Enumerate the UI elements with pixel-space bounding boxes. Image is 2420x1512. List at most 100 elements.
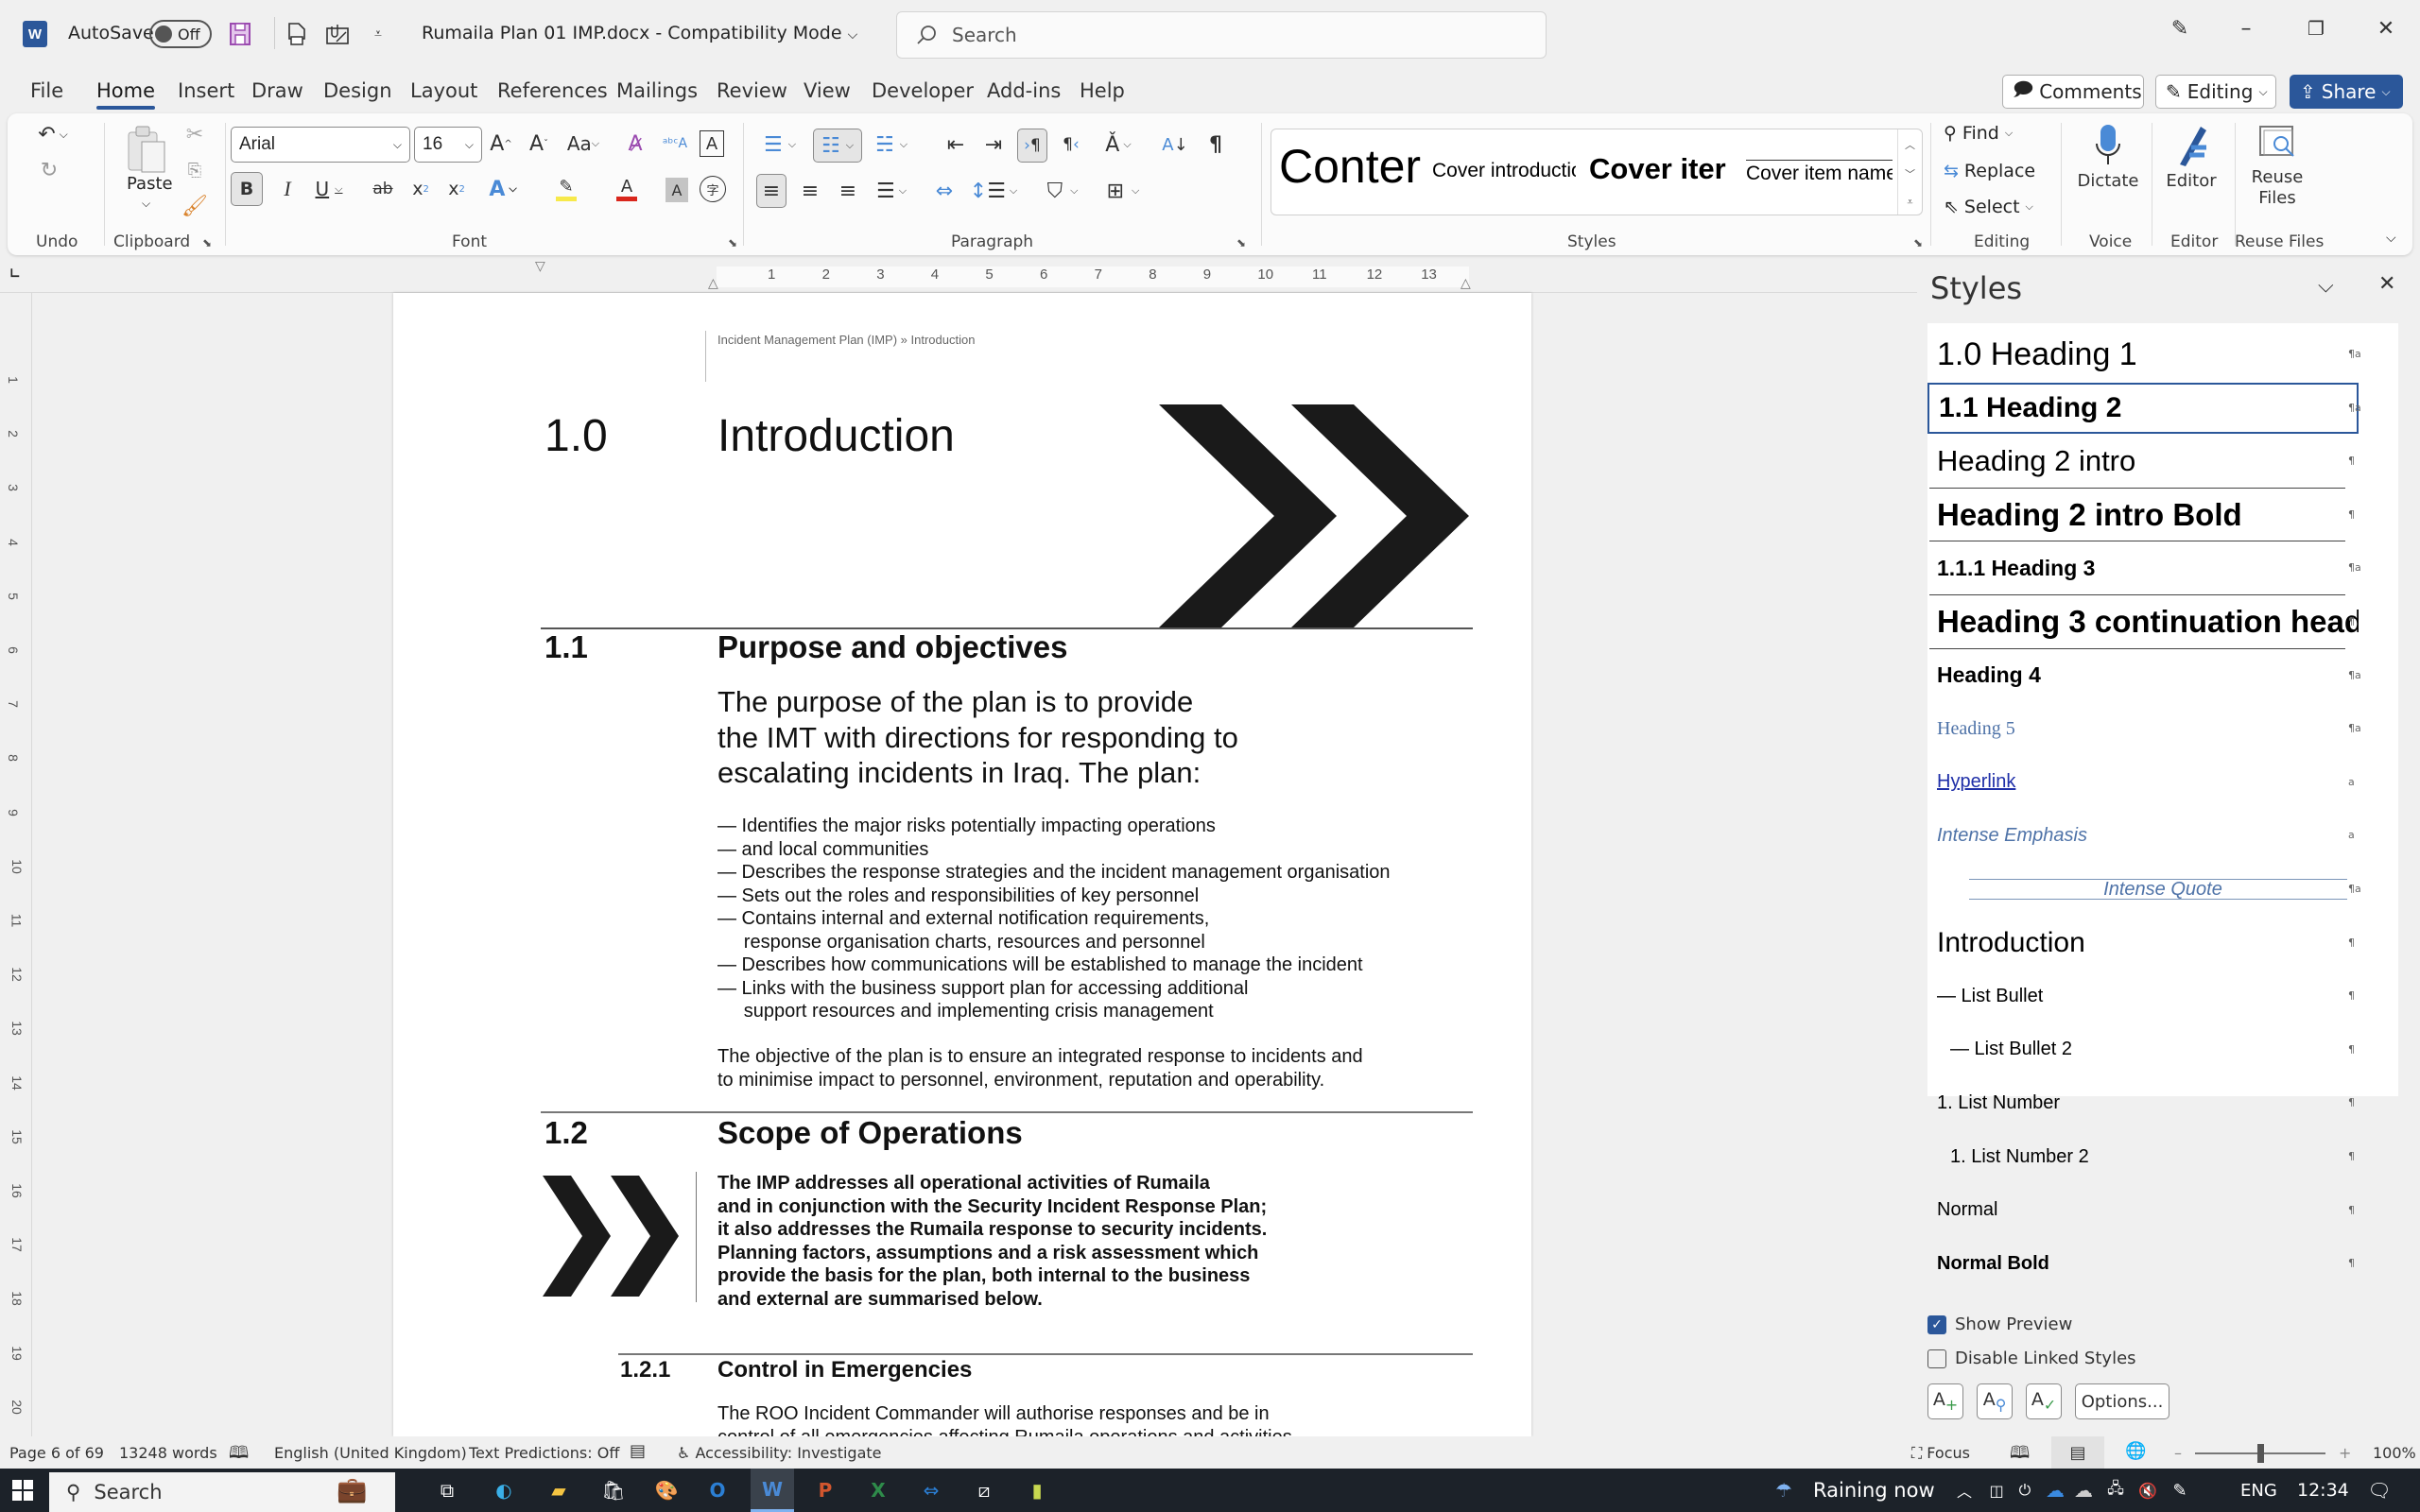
grow-font-icon[interactable]: A ^ (488, 129, 514, 159)
share-button[interactable]: ⇪ Share ⌵ (2290, 75, 2403, 109)
web-layout-icon[interactable]: 🌐 (2125, 1441, 2146, 1461)
snipping-tool-icon[interactable]: ⧄ (968, 1476, 1000, 1504)
right-indent-marker[interactable]: △ (1461, 276, 1471, 291)
gallery-style-item[interactable]: Cover iter (1589, 152, 1731, 186)
page-count[interactable]: Page 6 of 69 (9, 1444, 104, 1462)
select-button[interactable]: ⇖ Select ⌵ (1944, 197, 2033, 217)
justify-button[interactable]: ☰ ⌵ (870, 174, 913, 208)
superscript-button[interactable]: x2 (442, 172, 471, 206)
font-name-select[interactable]: Arial ⌵ (231, 127, 410, 163)
style-item[interactable]: 1.1.1 Heading 3 (1927, 542, 2359, 593)
multilevel-list-icon[interactable]: ☵ ⌵ (868, 129, 915, 161)
style-item[interactable]: — List Bullet 2 (1927, 1024, 2359, 1075)
align-left-button[interactable]: ≡ (756, 174, 786, 208)
style-item[interactable]: Intense Quote (1969, 879, 2347, 900)
edge-icon[interactable]: ◐ (488, 1476, 520, 1504)
close-icon[interactable]: ✕ (2367, 17, 2405, 41)
style-item[interactable]: Intense Emphasis (1927, 810, 2359, 861)
more-styles-icon[interactable]: ⩡ (1907, 196, 1912, 209)
align-center-button[interactable]: ≡ (796, 174, 824, 208)
options-button[interactable]: Options... (2075, 1383, 2169, 1419)
font-color-icon[interactable]: A (605, 172, 648, 206)
font-size-select[interactable]: 16 ⌵ (414, 127, 482, 163)
borders-icon[interactable]: ⊞ ⌵ (1098, 174, 1148, 208)
gallery-style-item[interactable]: Cover item name (1746, 160, 1893, 185)
style-gallery[interactable]: Conter Cover introductio Cover iter Cove… (1270, 129, 1923, 215)
show-hidden-icons[interactable]: ︿ (1953, 1476, 1976, 1504)
dictate-button[interactable]: Dictate (2070, 123, 2146, 191)
shading-icon[interactable]: ⛉ ⌵ (1038, 174, 1087, 208)
zoom-out-icon[interactable]: – (2174, 1444, 2182, 1462)
zoom-in-icon[interactable]: + (2339, 1444, 2351, 1462)
read-mode-icon[interactable]: 🕮 (2010, 1441, 2030, 1469)
tab-references[interactable]: References (497, 79, 608, 102)
style-item[interactable]: Hyperlink (1927, 757, 2359, 808)
find-button[interactable]: ⚲ Find ⌵ (1944, 123, 2013, 144)
language-status[interactable]: English (United Kingdom) (274, 1444, 467, 1462)
show-formatting-marks-icon[interactable]: ¶ (1202, 129, 1229, 161)
align-right-button[interactable]: ≡ (834, 174, 862, 208)
onedrive-personal-icon[interactable]: ☁ (2070, 1476, 2097, 1504)
character-shading-icon[interactable]: A (666, 178, 688, 202)
focus-button[interactable]: ⛶ Focus (1911, 1444, 1970, 1463)
restore-icon[interactable]: ❐ (2297, 17, 2335, 40)
shrink-font-icon[interactable]: Aˇ (526, 129, 552, 159)
gallery-scroll[interactable]: ︿ ﹀ ⩡ (1897, 129, 1922, 215)
style-item-selected[interactable]: 1.1 Heading 2 (1927, 382, 2359, 434)
zoom-slider[interactable] (2195, 1444, 2325, 1463)
zoom-slider-thumb[interactable] (2257, 1444, 2264, 1463)
vertical-ruler[interactable]: 1 2 3 4 5 6 7 8 9 10 11 12 13 14 15 16 17 18 19 20 (0, 293, 32, 1436)
horizontal-ruler[interactable]: ∟ 1 2 3 4 5 6 7 8 9 10 11 12 13 ▽ △ △ (0, 259, 1917, 293)
dialog-launcher-icon[interactable]: ⬊ (1913, 236, 1923, 249)
gallery-style-item[interactable]: Conter (1279, 139, 1421, 194)
editing-mode-button[interactable]: ✎ Editing ⌵ (2155, 75, 2276, 109)
sort-icon[interactable]: A ↓ (1159, 129, 1191, 161)
tab-view[interactable]: View (804, 79, 851, 102)
text-predictions-status[interactable]: Text Predictions: Off (469, 1444, 619, 1462)
file-explorer-icon[interactable]: ▰ (543, 1476, 575, 1504)
attach-email-icon[interactable] (323, 21, 352, 47)
style-item[interactable]: Heading 4 (1927, 650, 2359, 701)
style-item[interactable]: Normal (1927, 1185, 2359, 1236)
tab-layout[interactable]: Layout (410, 79, 477, 102)
chevron-down-icon[interactable]: ⌵ (142, 197, 150, 211)
style-item[interactable]: 1. List Number (1927, 1077, 2359, 1128)
text-effects-icon[interactable]: A ⌵ (482, 172, 524, 206)
excel-icon[interactable]: X (862, 1476, 894, 1504)
outlook-icon[interactable]: O (701, 1476, 734, 1504)
document-page[interactable]: Incident Management Plan (IMP) » Introdu… (393, 293, 1531, 1436)
undo-icon[interactable]: ↶ ⌵ (34, 119, 72, 149)
subscript-button[interactable]: x2 (406, 172, 435, 206)
network-icon[interactable]: 🖧 (2102, 1476, 2129, 1504)
cut-icon[interactable]: ✂ (182, 121, 208, 147)
style-item[interactable]: Introduction (1927, 918, 2359, 969)
clear-formatting-icon[interactable]: A̷ (622, 129, 648, 159)
reuse-files-button[interactable]: Reuse Files (2237, 123, 2318, 209)
left-indent-marker[interactable]: △ (708, 276, 718, 291)
style-item[interactable]: Heading 5 (1927, 703, 2359, 754)
tab-draw[interactable]: Draw (251, 79, 303, 102)
close-pane-icon[interactable]: ✕ (2378, 272, 2395, 296)
comments-button[interactable]: 🗩 Comments (2002, 75, 2144, 109)
tab-design[interactable]: Design (323, 79, 392, 102)
style-item[interactable]: Normal Bold (1927, 1238, 2359, 1289)
camera-icon[interactable]: ◫ (1985, 1476, 2008, 1504)
store-icon[interactable]: 🛍 (597, 1476, 630, 1504)
editor-button[interactable]: Editor (2153, 123, 2229, 191)
underline-button[interactable]: U ⌵ (310, 172, 348, 206)
style-item[interactable]: Heading 2 intro (1927, 436, 2359, 487)
powerpoint-icon[interactable]: P (809, 1476, 841, 1504)
new-style-button[interactable]: A+ (1927, 1383, 1963, 1419)
pen-menu-icon[interactable]: ✎ (2167, 1476, 2193, 1504)
decrease-indent-icon[interactable]: ⇤ (942, 129, 970, 161)
numbering-icon[interactable]: ☷ ⌵ (813, 129, 862, 163)
zoom-level[interactable]: 100% (2373, 1444, 2416, 1462)
dialog-launcher-icon[interactable]: ⬊ (1236, 236, 1246, 249)
highlight-color-icon[interactable]: ✎ (544, 172, 588, 206)
style-item[interactable]: — List Bullet (1927, 971, 2359, 1022)
strikethrough-button[interactable]: ab (369, 172, 397, 206)
weather-icon[interactable]: ☂ (1768, 1476, 1800, 1504)
format-painter-icon[interactable]: 🖌 (182, 193, 208, 219)
tab-add-ins[interactable]: Add-ins (987, 79, 1061, 102)
change-case-icon[interactable]: Aa ⌵ (562, 129, 605, 159)
